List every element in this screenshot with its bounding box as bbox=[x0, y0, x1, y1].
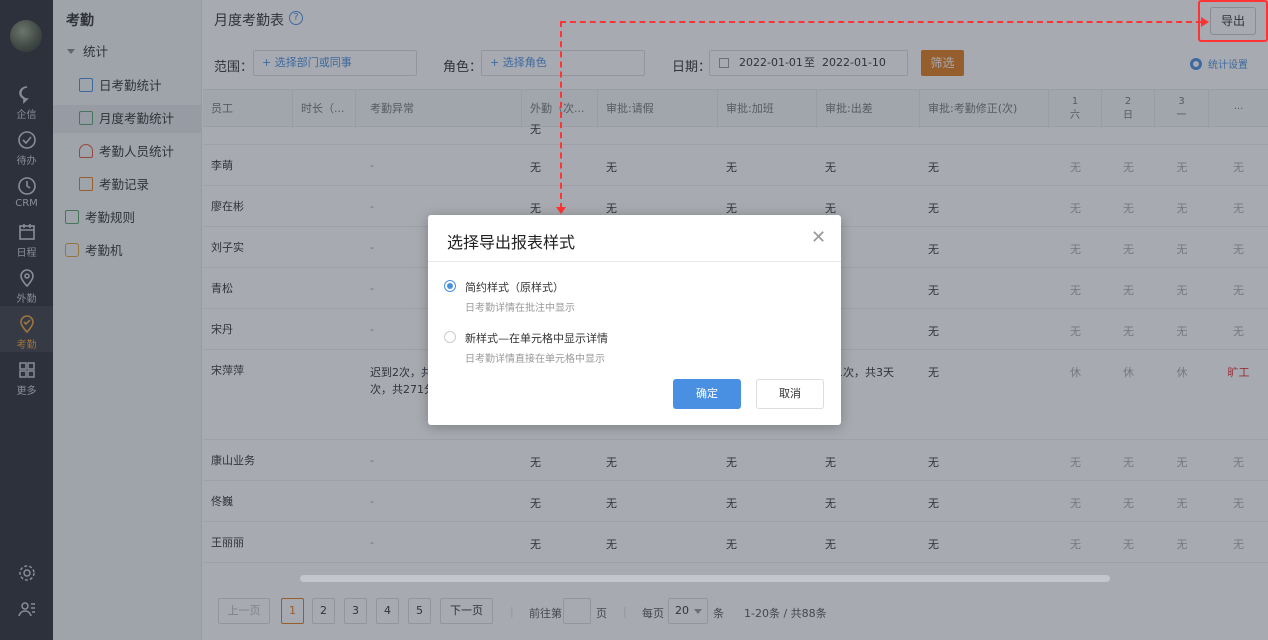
option-new-label[interactable]: 新样式—在单元格中显示详情 bbox=[465, 330, 608, 346]
dialog-title: 选择导出报表样式 bbox=[447, 233, 576, 252]
option-simple-desc: 日考勤详情在批注中显示 bbox=[465, 303, 575, 314]
close-icon[interactable]: ✕ bbox=[811, 229, 826, 247]
annotation-arrow-right bbox=[1201, 17, 1209, 27]
option-new-desc: 日考勤详情直接在单元格中显示 bbox=[465, 354, 605, 365]
confirm-button[interactable]: 确定 bbox=[673, 379, 741, 409]
annotation-line-vertical bbox=[560, 21, 562, 209]
annotation-line-horizontal bbox=[560, 21, 1202, 23]
dialog-divider bbox=[428, 261, 841, 262]
option-simple-label[interactable]: 简约样式（原样式） bbox=[465, 279, 564, 295]
radio-simple-style[interactable] bbox=[444, 280, 456, 292]
annotation-arrow-down bbox=[556, 207, 566, 214]
radio-new-style[interactable] bbox=[444, 331, 456, 343]
export-style-dialog: 选择导出报表样式 ✕ 简约样式（原样式） 日考勤详情在批注中显示 新样式—在单元… bbox=[428, 215, 841, 425]
cancel-button[interactable]: 取消 bbox=[756, 379, 824, 409]
horizontal-scrollbar[interactable] bbox=[300, 575, 1110, 582]
pager-dim bbox=[203, 582, 1268, 640]
